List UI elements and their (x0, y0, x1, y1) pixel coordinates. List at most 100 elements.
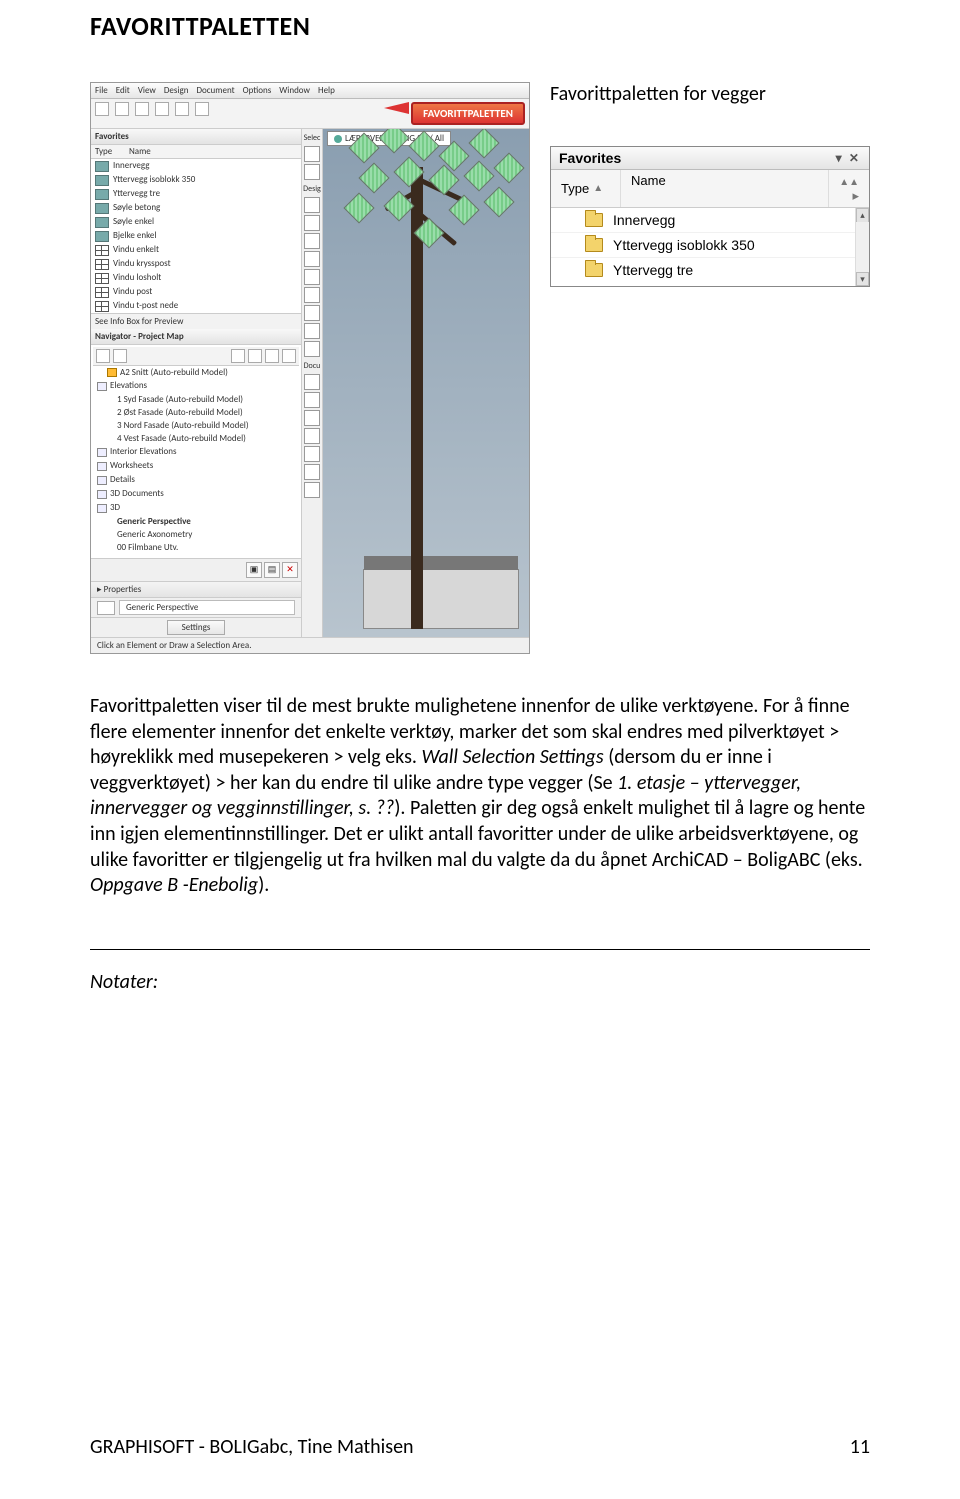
folder-icon (95, 231, 109, 242)
tree-group-3d[interactable]: 3D (93, 501, 299, 515)
tool-wall[interactable] (304, 197, 320, 213)
text-italic: Wall Selection Settings (421, 745, 603, 769)
list-item[interactable]: Vindu post (91, 285, 301, 299)
nav-tab[interactable] (231, 349, 245, 363)
toolbar-button[interactable] (155, 102, 169, 116)
list-item[interactable]: Innervegg (91, 159, 301, 173)
window-icon (95, 259, 109, 270)
tree-label: 2 Øst Fasade (Auto-rebuild Model) (117, 407, 243, 418)
tree-group-elevations[interactable]: Elevations (93, 379, 299, 393)
list-item[interactable]: Vindu losholt (91, 271, 301, 285)
scrollbar[interactable]: ▴ ▾ (855, 208, 869, 286)
window-icon (95, 301, 109, 312)
list-item[interactable]: Vindu t-post nede (91, 299, 301, 313)
tree-item[interactable]: Generic Axonometry (93, 528, 299, 541)
tree-group-interior[interactable]: Interior Elevations (93, 445, 299, 459)
tool-arc[interactable] (304, 482, 320, 498)
toolbar-button[interactable] (135, 102, 149, 116)
list-item[interactable]: Yttervegg tre (91, 187, 301, 201)
tree-label: A2 Snitt (Auto-rebuild Model) (120, 367, 228, 378)
tool-mesh[interactable] (304, 341, 320, 357)
list-item[interactable]: Yttervegg isoblokk 350 (91, 173, 301, 187)
tool-arrow[interactable] (304, 146, 320, 162)
menu-window[interactable]: Window (279, 85, 310, 96)
nav-tab[interactable] (265, 349, 279, 363)
tool-column[interactable] (304, 251, 320, 267)
tree-group-3d-documents[interactable]: 3D Documents (93, 487, 299, 501)
tree-label: 3D Documents (110, 487, 164, 501)
folder-icon (95, 217, 109, 228)
toolbar-button[interactable] (95, 102, 109, 116)
list-item-label: Yttervegg isoblokk 350 (113, 173, 195, 187)
toolbar-button[interactable] (115, 102, 129, 116)
tree-item[interactable]: 2 Øst Fasade (Auto-rebuild Model) (93, 406, 299, 419)
menu-help[interactable]: Help (318, 85, 335, 96)
nav-tab[interactable] (113, 349, 127, 363)
list-item-label: Bjelke enkel (113, 229, 156, 243)
tool-roof[interactable] (304, 323, 320, 339)
panel-controls[interactable]: ▾ ✕ (836, 151, 861, 165)
scroll-down-icon[interactable]: ▾ (856, 272, 869, 286)
toolbar-button[interactable] (195, 102, 209, 116)
nav-action-button[interactable]: ▤ (264, 562, 280, 578)
menu-options[interactable]: Options (243, 85, 272, 96)
tool-beam[interactable] (304, 269, 320, 285)
favorites-item-label: Innervegg (613, 212, 675, 228)
favorites-item[interactable]: Yttervegg tre (551, 258, 855, 282)
scroll-up-icon[interactable]: ▴ (856, 208, 869, 222)
nav-tab[interactable] (96, 349, 110, 363)
tool-text[interactable] (304, 392, 320, 408)
column-header-type[interactable]: Type▲ (551, 170, 621, 207)
favorites-item[interactable]: Innervegg (551, 208, 855, 233)
tool-door[interactable] (304, 215, 320, 231)
list-item[interactable]: Vindu krysspost (91, 257, 301, 271)
list-item[interactable]: Søyle enkel (91, 215, 301, 229)
nav-tab[interactable] (248, 349, 262, 363)
menu-design[interactable]: Design (164, 85, 189, 96)
tree-label: 3D (110, 501, 120, 515)
column-header-name[interactable]: Name (621, 170, 829, 207)
page-number: 11 (850, 1435, 870, 1459)
viewport-3d[interactable]: LÆRERVEILEDNING 3D / All (323, 129, 529, 637)
tool-marquee[interactable] (304, 164, 320, 180)
list-item-label: Vindu krysspost (113, 257, 171, 271)
tree-group-worksheets[interactable]: Worksheets (93, 459, 299, 473)
nav-delete-button[interactable]: ✕ (282, 562, 298, 578)
menu-edit[interactable]: Edit (116, 85, 130, 96)
nav-tab[interactable] (282, 349, 296, 363)
settings-button[interactable]: Settings (167, 620, 226, 635)
tool-window[interactable] (304, 233, 320, 249)
menu-document[interactable]: Document (196, 85, 234, 96)
tree-item[interactable]: 00 Filmbane Utv. (93, 541, 299, 554)
tool-dimension[interactable] (304, 374, 320, 390)
favorites-item[interactable]: Yttervegg isoblokk 350 (551, 233, 855, 258)
col-name[interactable]: Name (129, 146, 297, 157)
tree-item[interactable]: 1 Syd Fasade (Auto-rebuild Model) (93, 393, 299, 406)
tree-item[interactable]: 3 Nord Fasade (Auto-rebuild Model) (93, 419, 299, 432)
col-type[interactable]: Type (95, 146, 129, 157)
tree-item[interactable]: A2 Snitt (Auto-rebuild Model) (93, 366, 299, 379)
column-header-extra[interactable]: ▲▲ ▸ (829, 170, 869, 207)
tool-slab[interactable] (304, 287, 320, 303)
tool-line[interactable] (304, 446, 320, 462)
tool-label[interactable] (304, 410, 320, 426)
list-item[interactable]: Søyle betong (91, 201, 301, 215)
tool-circle[interactable] (304, 464, 320, 480)
list-item[interactable]: Bjelke enkel (91, 229, 301, 243)
toolbar-button[interactable] (175, 102, 189, 116)
list-item-label: Yttervegg tre (113, 187, 160, 201)
tool-stair[interactable] (304, 305, 320, 321)
tool-fill[interactable] (304, 428, 320, 444)
tree-group-details[interactable]: Details (93, 473, 299, 487)
tree-label: Worksheets (110, 459, 153, 473)
notes-heading: Notater: (90, 970, 870, 994)
favorites-mini-header: Favorites (91, 129, 301, 145)
tree-item[interactable]: Generic Perspective (93, 515, 299, 528)
menu-file[interactable]: File (95, 85, 108, 96)
favorites-mini-columns: Type Name (91, 145, 301, 159)
nav-action-button[interactable]: ▣ (246, 562, 262, 578)
tree-item[interactable]: 4 Vest Fasade (Auto-rebuild Model) (93, 432, 299, 445)
navigator-properties[interactable]: ▸ Properties (91, 581, 301, 597)
list-item[interactable]: Vindu enkelt (91, 243, 301, 257)
menu-view[interactable]: View (138, 85, 156, 96)
